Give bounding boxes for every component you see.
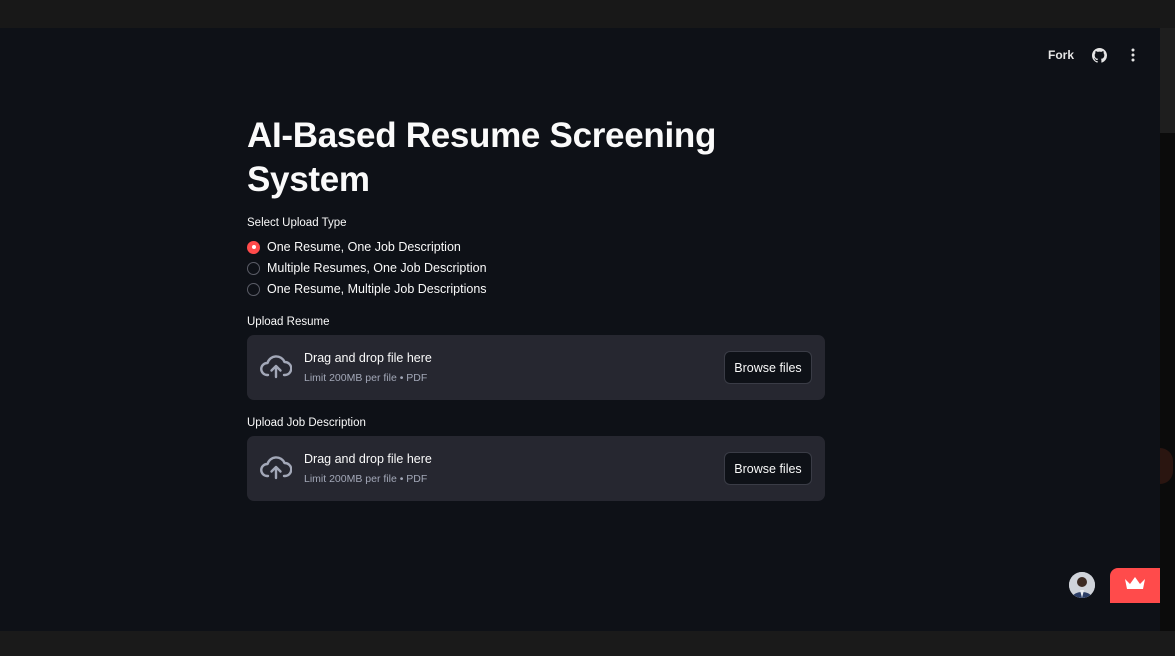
- browse-files-button[interactable]: Browse files: [724, 351, 812, 384]
- radio-unselected-icon: [247, 261, 260, 275]
- resume-dropzone[interactable]: Drag and drop file here Limit 200MB per …: [247, 335, 825, 400]
- upload-type-label: Select Upload Type: [247, 217, 347, 229]
- cloud-upload-icon: [260, 455, 293, 486]
- cloud-upload-icon: [260, 354, 293, 385]
- window-bottom-strip: [0, 631, 1175, 656]
- dropzone-limit: Limit 200MB per file • PDF: [304, 473, 428, 485]
- user-avatar[interactable]: [1069, 572, 1095, 598]
- side-panel-edge-top: [1160, 28, 1175, 133]
- dropzone-limit: Limit 200MB per file • PDF: [304, 372, 428, 384]
- dropzone-title: Drag and drop file here: [304, 452, 432, 466]
- jd-dropzone[interactable]: Drag and drop file here Limit 200MB per …: [247, 436, 825, 501]
- radio-option-label: One Resume, Multiple Job Descriptions: [267, 282, 487, 296]
- crown-icon: [1124, 576, 1146, 595]
- crown-badge-button[interactable]: [1110, 568, 1160, 603]
- page-title: AI-Based Resume Screening System: [247, 116, 717, 199]
- radio-option-label: One Resume, One Job Description: [267, 240, 461, 254]
- upload-jd-label: Upload Job Description: [247, 417, 366, 429]
- browse-files-button[interactable]: Browse files: [724, 452, 812, 485]
- fork-button[interactable]: Fork: [1048, 48, 1074, 62]
- dropzone-title: Drag and drop file here: [304, 351, 432, 365]
- radio-selected-icon: [247, 240, 260, 254]
- radio-unselected-icon: [247, 282, 260, 296]
- app-toolbar: Fork: [1048, 46, 1142, 64]
- app-view: Fork AI-Based Resume Screening System Se…: [0, 28, 1160, 631]
- kebab-menu-icon[interactable]: [1124, 46, 1142, 64]
- github-icon[interactable]: [1090, 46, 1108, 64]
- radio-option-label: Multiple Resumes, One Job Description: [267, 261, 487, 275]
- radio-option-multi-one[interactable]: Multiple Resumes, One Job Description: [247, 261, 487, 275]
- radio-option-one-one[interactable]: One Resume, One Job Description: [247, 240, 461, 254]
- upload-resume-label: Upload Resume: [247, 316, 330, 328]
- radio-option-one-multi[interactable]: One Resume, Multiple Job Descriptions: [247, 282, 487, 296]
- window-top-strip: [0, 0, 1175, 28]
